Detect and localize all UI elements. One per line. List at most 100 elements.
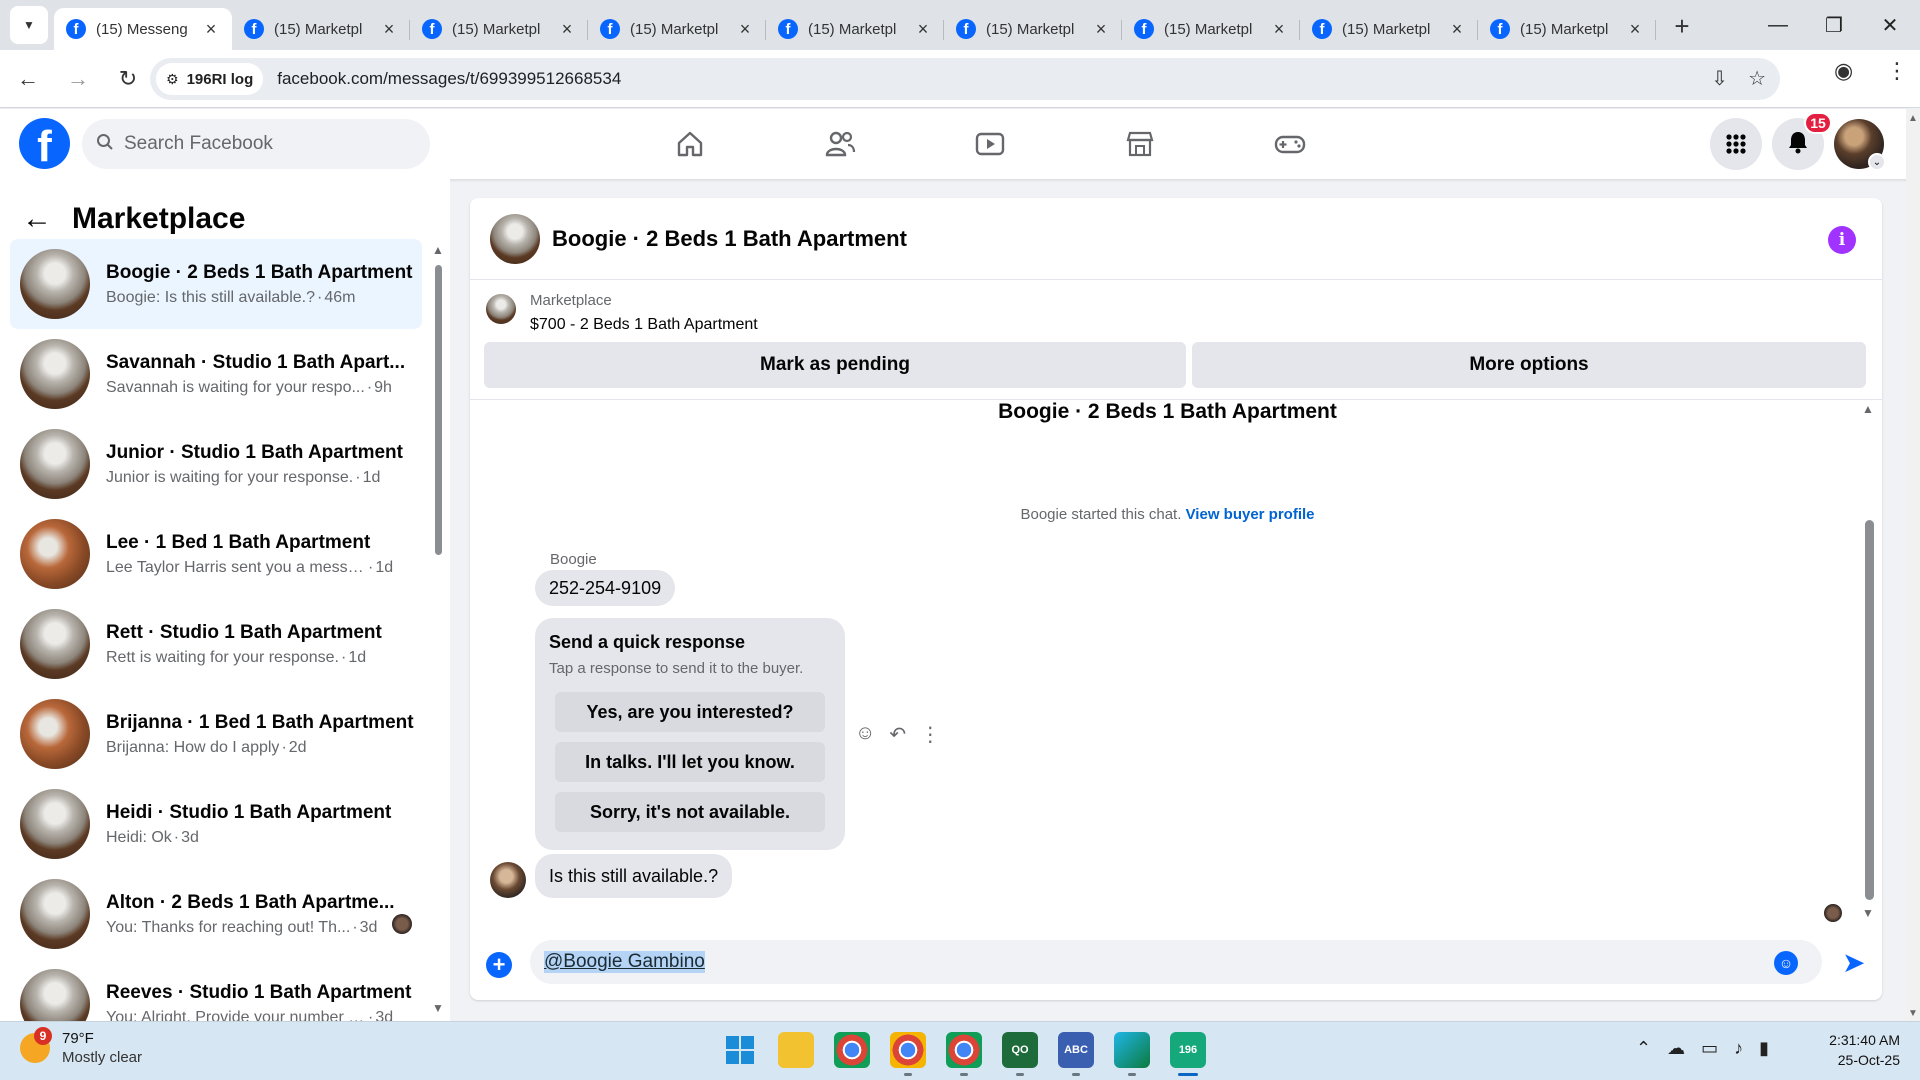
conversation-item[interactable]: Heidi · Studio 1 Bath Apartment Heidi: Ok… [10, 779, 422, 869]
scroll-up-icon[interactable]: ▲ [432, 243, 444, 257]
volume-icon[interactable]: ♪ [1734, 1038, 1743, 1059]
chat-avatar[interactable] [490, 213, 540, 264]
qo-app-icon[interactable]: QO [1002, 1032, 1038, 1076]
quick-reply-button[interactable]: In talks. I'll let you know. [555, 742, 825, 782]
site-info-chip[interactable]: ⚙ 196RI log [156, 63, 264, 95]
plus-icon[interactable]: + [486, 952, 512, 978]
restore-icon[interactable]: ❐ [1806, 0, 1862, 50]
conversation-item[interactable]: Rett · Studio 1 Bath Apartment Rett is wa… [10, 599, 422, 689]
reload-icon[interactable]: ↻ [106, 57, 150, 101]
message-input[interactable]: @Boogie Gambino ☺ [530, 940, 1822, 984]
forward-icon[interactable]: → [56, 57, 100, 101]
conversation-item[interactable]: Savannah · Studio 1 Bath Apart... Savanna… [10, 329, 422, 419]
start-icon[interactable] [722, 1032, 758, 1068]
quick-reply-button[interactable]: Sorry, it's not available. [555, 792, 825, 832]
scrollbar-thumb[interactable] [435, 265, 442, 555]
thread-scrollbar[interactable]: ▲ ▼ [1862, 400, 1876, 920]
message-bubble[interactable]: 252-254-9109 [535, 570, 676, 606]
edge-icon[interactable] [1114, 1032, 1150, 1076]
browser-tab[interactable]: f (15) Marketpl × [1122, 8, 1300, 50]
window-close-icon[interactable]: ✕ [1862, 0, 1918, 50]
mark-as-pending-button[interactable]: Mark as pending [484, 342, 1186, 388]
conversation-item[interactable]: Junior · Studio 1 Bath Apartment Junior i… [10, 419, 422, 509]
abc-app-icon[interactable]: ABC [1058, 1032, 1094, 1076]
view-buyer-profile-link[interactable]: View buyer profile [1186, 506, 1315, 523]
conversation-item[interactable]: Brijanna · 1 Bed 1 Bath Apartment Brijann… [10, 689, 422, 779]
page-scrollbar[interactable]: ▲ ▼ [1906, 109, 1920, 1021]
cloud-off-icon[interactable]: ☁ [1667, 1038, 1685, 1059]
chrome-profile-icon[interactable] [946, 1032, 982, 1076]
close-tab-icon[interactable]: × [1270, 19, 1288, 40]
message-bubble[interactable]: Is this still available.? [535, 854, 733, 898]
new-tab-icon[interactable]: + [1664, 8, 1700, 44]
browser-tab[interactable]: f (15) Marketpl × [1300, 8, 1478, 50]
browser-tab[interactable]: f (15) Marketpl × [944, 8, 1122, 50]
back-arrow-icon[interactable]: ← [22, 202, 52, 236]
more-options-button[interactable]: More options [1192, 342, 1866, 388]
conversation-item[interactable]: Lee · 1 Bed 1 Bath Apartment Lee Taylor H… [10, 509, 422, 599]
close-tab-icon[interactable]: × [1092, 19, 1110, 40]
bookmark-star-icon[interactable]: ☆ [1748, 66, 1766, 91]
scroll-down-icon[interactable]: ▼ [1862, 906, 1874, 920]
emoji-react-icon[interactable]: ☺ [855, 722, 875, 747]
close-tab-icon[interactable]: × [914, 19, 932, 40]
close-tab-icon[interactable]: × [1626, 19, 1644, 40]
account-avatar[interactable]: ⌄ [1834, 119, 1886, 171]
more-icon[interactable]: ⋮ [920, 722, 940, 747]
marketplace-icon[interactable] [1065, 109, 1215, 179]
browser-tab[interactable]: f (15) Marketpl × [588, 8, 766, 50]
omnibox[interactable]: ⚙ 196RI log facebook.com/messages/t/6993… [150, 58, 1780, 100]
browser-tab[interactable]: f (15) Marketpl × [1478, 8, 1656, 50]
notifications-button[interactable]: 15 [1772, 112, 1832, 170]
clock[interactable]: 2:31:40 AM 25-Oct-25 [1829, 1030, 1900, 1070]
reply-icon[interactable]: ↶ [889, 722, 906, 747]
send-icon[interactable]: ➤ [1842, 946, 1865, 979]
listing-price[interactable]: $700 - 2 Beds 1 Bath Apartment [530, 316, 758, 334]
listing-thumbnail[interactable] [486, 294, 516, 324]
chat-title[interactable]: Boogie · 2 Beds 1 Bath Apartment [552, 226, 907, 252]
mention-text[interactable]: @Boogie Gambino [544, 951, 705, 973]
battery-icon[interactable]: ▮ [1759, 1038, 1769, 1059]
install-app-icon[interactable]: ⇩ [1711, 66, 1728, 91]
tab-search-icon[interactable]: ▼ [10, 6, 48, 44]
menu-grid-icon[interactable] [1710, 118, 1762, 170]
file-explorer-icon[interactable] [778, 1032, 814, 1068]
gaming-icon[interactable] [1215, 109, 1365, 179]
inbox-scrollbar[interactable]: ▲ ▼ [432, 243, 444, 1015]
scroll-up-icon[interactable]: ▲ [1862, 402, 1874, 416]
conversation-item[interactable]: Boogie · 2 Beds 1 Bath Apartment Boogie: … [10, 239, 422, 329]
browser-tab[interactable]: f (15) Marketpl × [766, 8, 944, 50]
profile-icon[interactable]: ◉ [1834, 58, 1853, 84]
browser-tab[interactable]: f (15) Marketpl × [410, 8, 588, 50]
info-icon[interactable]: i [1828, 226, 1856, 254]
search-box[interactable]: Search Facebook [82, 119, 430, 169]
chevron-up-icon[interactable]: ⌃ [1636, 1038, 1651, 1059]
friends-icon[interactable] [765, 109, 915, 179]
weather-widget[interactable]: 9 79°F Mostly clear [20, 1027, 142, 1066]
scroll-up-icon[interactable]: ▲ [1908, 113, 1918, 124]
scroll-down-icon[interactable]: ▼ [1908, 1008, 1918, 1019]
chrome-profile-icon[interactable] [890, 1032, 926, 1076]
display-icon[interactable]: ▭ [1701, 1038, 1718, 1059]
browser-tab[interactable]: f (15) Marketpl × [232, 8, 410, 50]
close-tab-icon[interactable]: × [380, 19, 398, 40]
home-icon[interactable] [615, 109, 765, 179]
conversation-item[interactable]: Reeves · Studio 1 Bath Apartment You: Alr… [10, 959, 422, 1021]
conversation-item[interactable]: Alton · 2 Beds 1 Bath Apartme... You: Tha… [10, 869, 422, 959]
minimize-icon[interactable]: — [1750, 0, 1806, 50]
close-tab-icon[interactable]: × [558, 19, 576, 40]
video-icon[interactable] [915, 109, 1065, 179]
scrollbar-thumb[interactable] [1865, 520, 1874, 900]
sender-avatar[interactable] [490, 862, 526, 898]
back-icon[interactable]: ← [6, 57, 50, 101]
facebook-logo[interactable]: f [19, 118, 70, 169]
url-text[interactable]: facebook.com/messages/t/699399512668534 [277, 69, 621, 89]
browser-menu-icon[interactable]: ⋮ [1886, 58, 1908, 84]
chrome-icon[interactable] [834, 1032, 870, 1068]
close-tab-icon[interactable]: × [736, 19, 754, 40]
close-tab-icon[interactable]: × [202, 19, 220, 40]
quick-reply-button[interactable]: Yes, are you interested? [555, 692, 825, 732]
scroll-down-icon[interactable]: ▼ [432, 1001, 444, 1015]
close-tab-icon[interactable]: × [1448, 19, 1466, 40]
browser-tab[interactable]: f (15) Messeng × [54, 8, 232, 50]
